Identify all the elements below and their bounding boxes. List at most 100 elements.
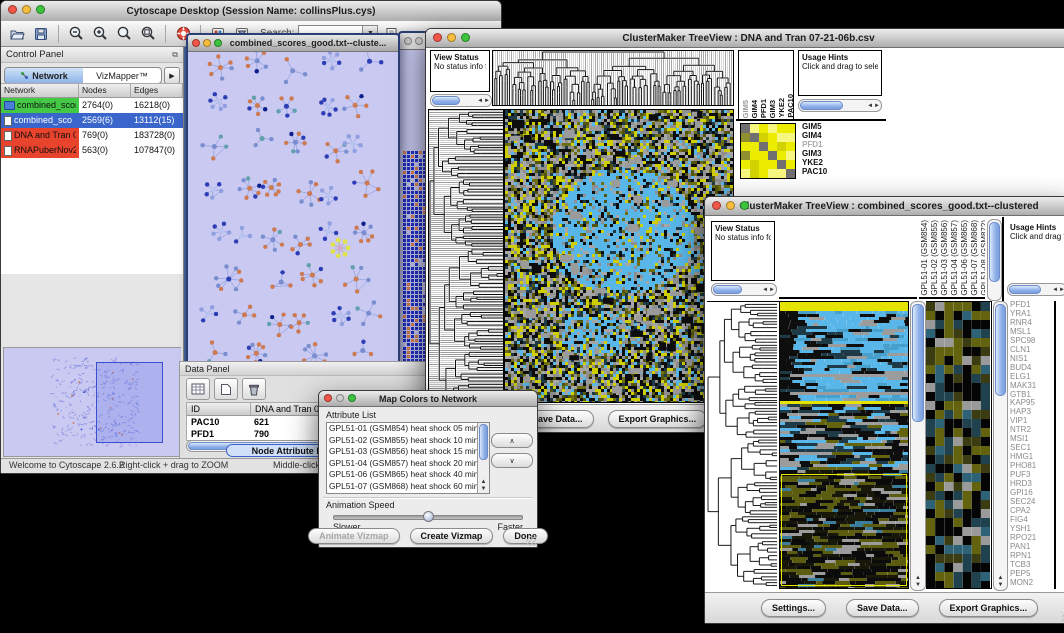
scroll-left-icon[interactable]: ◄ (762, 287, 768, 293)
frame-minimize-button[interactable] (203, 39, 211, 47)
column-dendrogram-canvas[interactable] (493, 51, 733, 105)
scroll-left-icon[interactable]: ◄ (867, 103, 873, 109)
zoom-out-icon[interactable] (66, 24, 86, 44)
maximize-button[interactable] (348, 394, 356, 402)
gene-name[interactable]: MON2 (1010, 579, 1052, 588)
new-attribute-icon[interactable] (214, 378, 238, 400)
tab-vizmapper[interactable]: VizMapper™ (83, 68, 161, 83)
scroll-left-icon[interactable]: ◄ (477, 98, 483, 104)
close-button[interactable] (8, 5, 17, 14)
array-label[interactable]: GIM5 (742, 100, 750, 118)
dialog-titlebar[interactable]: Map Colors to Network (319, 391, 537, 407)
zoom-fit-icon[interactable] (138, 24, 158, 44)
main-titlebar[interactable]: Cytoscape Desktop (Session Name: collins… (1, 1, 501, 22)
treeview-button[interactable]: Export Graphics... (608, 410, 708, 428)
column-header-nodes[interactable]: Nodes (79, 84, 131, 97)
gene-label[interactable]: GIM3 (802, 149, 862, 158)
treeview1-titlebar[interactable]: ClusterMaker TreeView : DNA and Tran 07-… (426, 29, 1064, 48)
network-view-titlebar[interactable]: combined_scores_good.txt--cluste... (188, 35, 398, 52)
maximize-button[interactable] (740, 201, 749, 210)
treeview-button[interactable]: Settings... (761, 599, 826, 617)
scroll-up-icon[interactable]: ▲ (998, 575, 1004, 582)
genes-vscrollbar[interactable]: ▲▼ (993, 301, 1008, 591)
gene-label[interactable]: PFD1 (802, 140, 862, 149)
attribute-option[interactable]: GPL51-07 (GSM868) heat shock 60 min (329, 481, 477, 493)
usage-hints-hscrollbar[interactable]: ◄► (1007, 283, 1064, 296)
scrollbar-thumb[interactable] (989, 222, 1000, 282)
scroll-right-icon[interactable]: ► (1059, 287, 1064, 293)
global-heatmap-canvas[interactable] (780, 302, 908, 588)
slider-thumb[interactable] (423, 511, 434, 522)
minimize-button[interactable] (726, 201, 735, 210)
zoom-selected-icon[interactable] (114, 24, 134, 44)
close-button[interactable] (324, 394, 332, 402)
scroll-right-icon[interactable]: ► (484, 98, 490, 104)
array-label[interactable]: GPL51-08 (GSM872) (980, 220, 985, 296)
array-label[interactable]: GIM3 (769, 100, 777, 118)
move-down-button[interactable]: ∨ (491, 453, 533, 468)
view-status-hscrollbar[interactable]: ◄► (711, 283, 777, 296)
delete-attribute-icon[interactable] (242, 378, 266, 400)
zoom-in-icon[interactable] (90, 24, 110, 44)
dialog-button[interactable]: Create Vizmap (410, 528, 494, 544)
scroll-down-icon[interactable]: ▼ (478, 486, 489, 493)
scrollbar-thumb[interactable] (800, 101, 843, 110)
array-label[interactable]: GIM4 (751, 100, 759, 118)
scroll-down-icon[interactable]: ▼ (915, 582, 921, 589)
scroll-down-icon[interactable]: ▼ (998, 582, 1004, 589)
array-label[interactable]: PFD1 (760, 99, 768, 118)
array-label[interactable]: YKE2 (778, 98, 786, 118)
gene-label[interactable]: GIM4 (802, 131, 862, 140)
close-button[interactable] (433, 33, 442, 42)
minimize-button[interactable] (22, 5, 31, 14)
tab-overflow-button[interactable]: ▶ (164, 67, 180, 84)
attribute-option[interactable]: GPL51-06 (GSM865) heat shock 40 min (329, 469, 477, 481)
float-panel-icon[interactable]: ⧉ (172, 50, 178, 60)
dialog-button[interactable]: Animate Vizmap (308, 528, 399, 544)
array-label[interactable]: GPL51-02 (GSM855) (930, 220, 939, 296)
scroll-right-icon[interactable]: ► (874, 103, 880, 109)
treeview2-titlebar[interactable]: ClusterMaker TreeView : combined_scores_… (705, 197, 1064, 216)
column-header-network[interactable]: Network (1, 84, 79, 97)
network-row[interactable]: combined_scores 2764(0) 16218(0) (1, 98, 183, 113)
network-view-canvas[interactable] (188, 52, 394, 364)
zoom-heatmap-canvas[interactable] (926, 302, 990, 588)
gene-label[interactable]: YKE2 (802, 158, 862, 167)
scrollbar-thumb[interactable] (995, 304, 1006, 396)
network-row[interactable]: RNAPuberNov2+ 563(0) 107847(0) (1, 143, 183, 158)
frame-close-button[interactable] (192, 39, 200, 47)
treeview-button[interactable]: Export Graphics... (939, 599, 1039, 617)
array-label[interactable]: GPL51-01 (GSM854) (920, 220, 929, 296)
save-icon[interactable] (31, 24, 51, 44)
attribute-option[interactable]: GPL51-04 (GSM857) heat shock 20 min (329, 458, 477, 470)
scroll-right-icon[interactable]: ► (769, 287, 775, 293)
resize-grip[interactable] (526, 536, 536, 546)
array-label[interactable]: GPL51-04 (GSM857) (950, 220, 959, 296)
maximize-button[interactable] (36, 5, 45, 14)
scrollbar-thumb[interactable] (713, 285, 742, 294)
row-dendrogram-canvas[interactable] (707, 302, 777, 588)
attribute-listbox[interactable]: GPL51-01 (GSM854) heat shock 05 minGPL51… (326, 422, 490, 494)
heatmap-vscrollbar[interactable]: ▲▼ (910, 301, 926, 591)
gene-label[interactable]: PAC10 (802, 167, 862, 176)
scrollbar-thumb[interactable] (912, 304, 924, 422)
array-label[interactable]: GPL51-06 (GSM865) (960, 220, 969, 296)
attribute-option[interactable]: GPL51-01 (GSM854) heat shock 05 min (329, 423, 477, 435)
column-header-id[interactable]: ID (187, 403, 251, 415)
attribute-option[interactable]: GPL51-02 (GSM855) heat shock 10 min (329, 435, 477, 447)
scrollbar-thumb[interactable] (479, 424, 488, 460)
treeview-button[interactable]: Save Data... (846, 599, 919, 617)
attribute-option[interactable]: GPL51-03 (GSM856) heat shock 15 min (329, 446, 477, 458)
array-label[interactable]: GPL51-03 (GSM856) (940, 220, 949, 296)
labels-vscrollbar[interactable] (987, 219, 1002, 301)
open-file-icon[interactable] (7, 24, 27, 44)
heatmap-canvas[interactable] (505, 110, 733, 402)
tab-network[interactable]: Network (5, 68, 83, 83)
frame-maximize-button[interactable] (214, 39, 222, 47)
animation-speed-slider[interactable] (333, 515, 523, 520)
view-status-hscrollbar[interactable]: ◄► (430, 94, 492, 107)
column-header-edges[interactable]: Edges (131, 84, 183, 97)
frame-minimize-button[interactable] (415, 37, 423, 45)
array-label[interactable]: GPL51-07 (GSM868) (970, 220, 979, 296)
scroll-up-icon[interactable]: ▲ (915, 575, 921, 582)
